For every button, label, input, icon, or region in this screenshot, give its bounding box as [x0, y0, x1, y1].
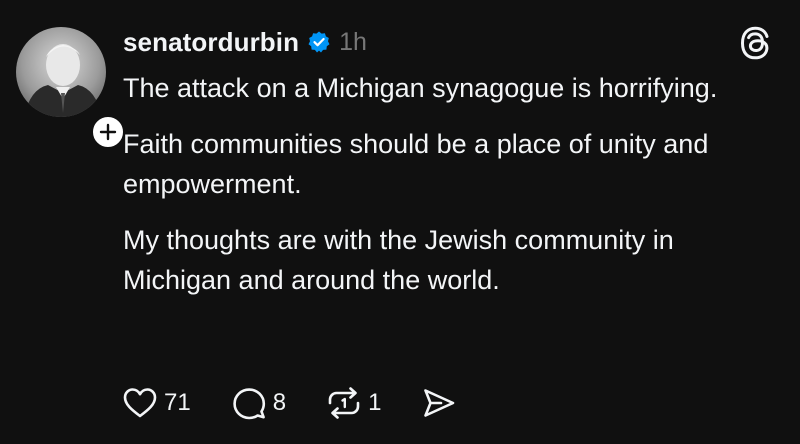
post-paragraph: My thoughts are with the Jewish communit…	[123, 225, 674, 295]
verified-badge-icon	[307, 30, 331, 54]
avatar[interactable]	[16, 27, 106, 117]
reply-button[interactable]: 8	[231, 386, 286, 420]
follow-button[interactable]	[90, 114, 126, 150]
post-paragraph: The attack on a Michigan synagogue is ho…	[123, 73, 718, 103]
share-button[interactable]	[421, 386, 457, 420]
reply-count: 8	[272, 389, 287, 416]
post-header: senatordurbin 1h	[123, 24, 367, 60]
threads-logo-icon[interactable]	[739, 26, 771, 60]
repost-button[interactable]: 1	[326, 386, 381, 420]
post-paragraph: Faith communities should be a place of u…	[123, 129, 709, 199]
avatar-container[interactable]	[16, 27, 126, 150]
post-body: The attack on a Michigan synagogue is ho…	[123, 68, 773, 316]
repost-icon	[328, 387, 360, 419]
avatar-portrait	[24, 44, 102, 117]
speech-bubble-icon	[233, 388, 265, 420]
heart-icon	[123, 388, 157, 418]
like-button[interactable]: 71	[122, 386, 191, 420]
repost-count: 1	[368, 389, 382, 416]
post-timestamp: 1h	[339, 27, 367, 56]
post-actions: 71 8 1	[122, 386, 497, 420]
username[interactable]: senatordurbin	[123, 27, 299, 58]
like-count: 71	[164, 389, 191, 416]
send-icon	[424, 389, 455, 417]
plus-icon	[99, 123, 117, 141]
